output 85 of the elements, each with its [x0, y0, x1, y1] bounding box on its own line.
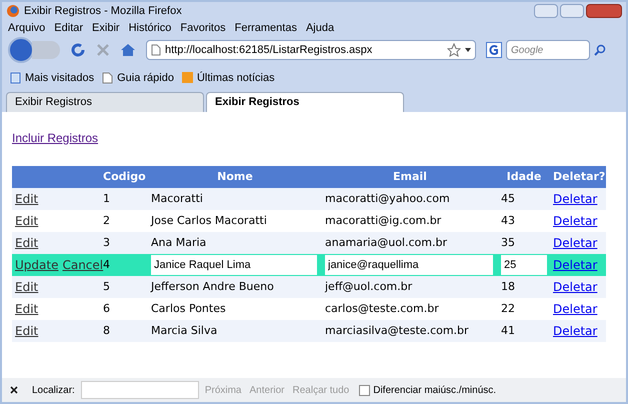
match-case-label[interactable]: Diferenciar maiúsc./minúsc.: [373, 382, 496, 398]
menu-item[interactable]: Favoritos: [180, 20, 226, 36]
match-case-checkbox[interactable]: [359, 384, 370, 396]
table-cell: marciasilva@teste.com.br: [325, 324, 469, 337]
add-records-link[interactable]: Incluir Registros: [12, 131, 98, 145]
table-cell: 22: [501, 302, 515, 315]
delete-link[interactable]: Deletar: [553, 192, 598, 206]
find-field[interactable]: [80, 381, 199, 399]
table-cell: 1: [103, 192, 110, 205]
row-action-link[interactable]: Edit: [15, 324, 38, 338]
menu-item[interactable]: Histórico: [128, 20, 172, 36]
column-header: Deletar?: [553, 170, 606, 183]
reload-icon[interactable]: [70, 42, 86, 58]
star-icon[interactable]: [447, 43, 461, 57]
table-cell: 35: [501, 236, 515, 249]
delete-link[interactable]: Deletar: [553, 280, 598, 294]
back-button[interactable]: [8, 37, 34, 63]
tab[interactable]: Exibir Registros: [6, 92, 204, 112]
table-cell: 43: [501, 214, 515, 227]
address-field[interactable]: http://localhost:62185/ListarRegistros.aspx: [146, 40, 476, 60]
menu-item[interactable]: Ferramentas: [234, 20, 297, 36]
browser-logo-icon: [6, 4, 20, 18]
delete-link[interactable]: Deletar: [553, 324, 598, 338]
table-cell: 18: [501, 280, 515, 293]
table-cell: Jefferson Andre Bueno: [151, 280, 274, 293]
table-cell: 5: [103, 280, 110, 293]
menu-item[interactable]: Exibir: [92, 20, 120, 36]
menu-item[interactable]: Arquivo: [8, 20, 46, 36]
close-icon[interactable]: [10, 386, 18, 394]
page-icon: [102, 72, 114, 84]
column-header: Codigo: [103, 170, 146, 183]
input-field[interactable]: Janice Raquel Lima: [151, 255, 317, 275]
input-field[interactable]: 25: [501, 255, 547, 275]
table-cell: 45: [501, 192, 515, 205]
home-icon[interactable]: [120, 43, 136, 57]
row-action-link[interactable]: Edit: [15, 236, 38, 250]
input-field[interactable]: janice@raquellima: [325, 255, 493, 275]
menu-item[interactable]: Ajuda: [306, 20, 334, 36]
table-cell: 8: [103, 324, 110, 337]
table-cell: jeff@uol.com.br: [325, 280, 412, 293]
row-action-link[interactable]: Update: [15, 258, 58, 272]
table-cell: Ana Maria: [151, 236, 206, 249]
row-action-link[interactable]: Cancel: [62, 258, 104, 272]
delete-link[interactable]: Deletar: [553, 214, 598, 228]
search-field[interactable]: Google: [506, 40, 590, 60]
table-cell: carlos@teste.com.br: [325, 302, 439, 315]
delete-link[interactable]: Deletar: [553, 258, 598, 272]
table-cell: macoratti@yahoo.com: [325, 192, 450, 205]
delete-link[interactable]: Deletar: [553, 236, 598, 250]
table-cell: macoratti@ig.com.br: [325, 214, 442, 227]
table-cell: Carlos Pontes: [151, 302, 226, 315]
table-cell: 41: [501, 324, 515, 337]
page-icon: [10, 72, 21, 84]
table-cell: 6: [103, 302, 110, 315]
row-action-link[interactable]: Edit: [15, 280, 38, 294]
table-cell: 2: [103, 214, 110, 227]
row-action-link[interactable]: Edit: [15, 302, 38, 316]
table-cell: Macoratti: [151, 192, 203, 205]
window-title: Exibir Registros - Mozilla Firefox: [24, 4, 182, 19]
close-find-bar-button[interactable]: [8, 386, 20, 394]
table-cell: Jose Carlos Macoratti: [151, 214, 267, 227]
row-action-link[interactable]: Edit: [15, 192, 38, 206]
minimize-button[interactable]: [534, 4, 558, 18]
search-icon[interactable]: [594, 44, 606, 56]
bookmark-link[interactable]: Guia rápido: [117, 70, 174, 86]
row-action-link[interactable]: Edit: [15, 214, 38, 228]
find-label: Localizar:: [32, 384, 75, 398]
bookmark-link[interactable]: Mais visitados: [25, 70, 94, 86]
maximize-button[interactable]: [560, 4, 584, 18]
google-icon[interactable]: [486, 42, 502, 58]
column-header: Idade: [506, 170, 542, 183]
table-cell: Marcia Silva: [151, 324, 218, 337]
column-header: Nome: [217, 170, 253, 183]
table-cell: 3: [103, 236, 110, 249]
feed-icon: [182, 72, 193, 84]
bookmark-link[interactable]: Últimas notícias: [196, 70, 275, 86]
menu-item[interactable]: Editar: [54, 20, 84, 36]
tab[interactable]: Exibir Registros: [206, 92, 404, 112]
dropdown-icon[interactable]: [465, 48, 471, 52]
page-icon: [151, 44, 161, 56]
close-button[interactable]: [586, 4, 622, 18]
table-cell: 4: [103, 258, 110, 271]
column-header: Email: [393, 170, 427, 183]
table-cell: anamaria@uol.com.br: [325, 236, 447, 249]
delete-link[interactable]: Deletar: [553, 302, 598, 316]
